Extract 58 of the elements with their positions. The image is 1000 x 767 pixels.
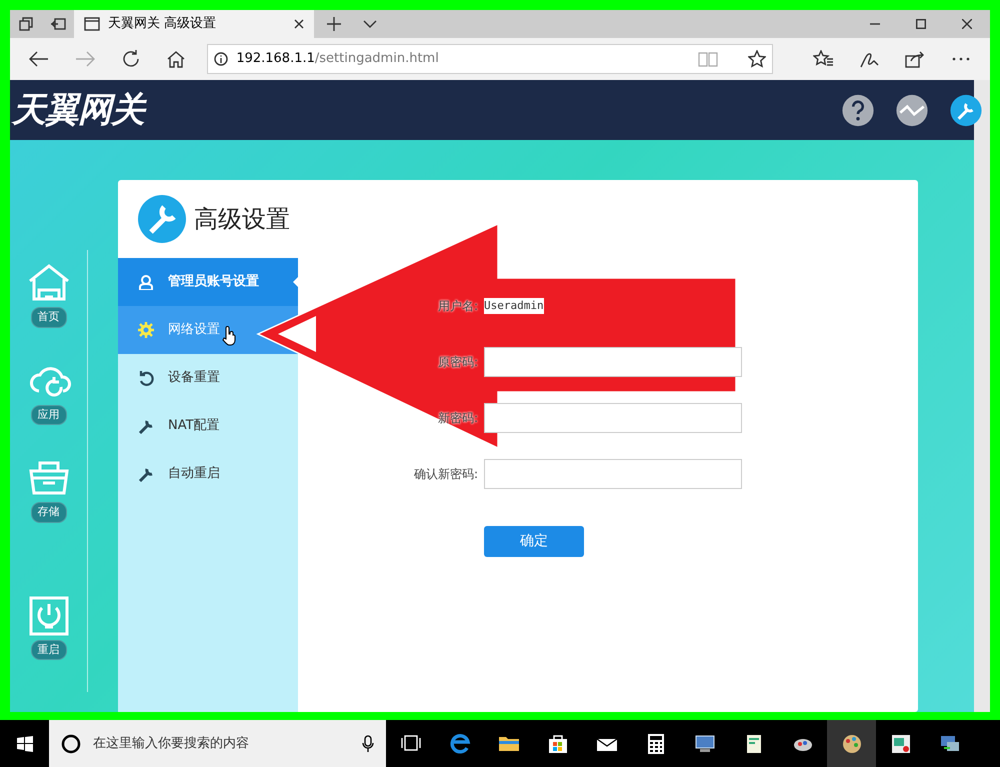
nav-label[interactable]: 首页 — [30, 307, 66, 328]
input-field[interactable] — [484, 459, 742, 489]
menu-item[interactable]: 设备重置 — [118, 354, 298, 402]
gear-icon — [138, 322, 154, 338]
close-window-icon[interactable] — [962, 19, 972, 29]
wrench-icon — [138, 195, 186, 243]
browser-e-icon[interactable] — [448, 732, 470, 754]
info-icon — [214, 52, 228, 66]
refresh-icon[interactable] — [120, 49, 141, 69]
menu-item[interactable]: 管理员账号设置 — [118, 258, 298, 306]
wrench-icon — [138, 466, 154, 482]
user-icon — [138, 274, 154, 290]
panel-title: 高级设置 — [194, 204, 290, 235]
input-field[interactable] — [484, 403, 742, 433]
menu-item[interactable]: NAT配置 — [118, 402, 298, 450]
nav-label[interactable]: 重启 — [30, 640, 66, 660]
minimize-icon[interactable] — [870, 23, 880, 25]
tabs-icon[interactable] — [19, 17, 33, 31]
pen-icon[interactable] — [858, 50, 880, 68]
palette-icon[interactable] — [840, 732, 862, 754]
page-icon — [84, 17, 100, 31]
address-bar[interactable]: 192.168.1.1/settingadmin.html — [207, 44, 773, 74]
windows-start-icon[interactable] — [16, 736, 32, 752]
chevron-down-icon[interactable] — [363, 20, 377, 28]
input-field[interactable] — [484, 347, 742, 377]
computer-icon[interactable] — [694, 732, 716, 754]
set-aside-icon[interactable] — [50, 17, 66, 31]
favorite-star-icon[interactable] — [748, 50, 766, 68]
scrollbar[interactable] — [974, 80, 990, 712]
share-icon[interactable] — [904, 50, 926, 68]
field-label: 新密码: — [436, 410, 479, 427]
url-text: 192.168.1.1/settingadmin.html — [236, 50, 440, 68]
maximize-icon[interactable] — [916, 19, 926, 29]
taskbar-search-bar[interactable]: 在这里输入你要搜索的内容 — [49, 720, 386, 767]
store-bag-icon[interactable] — [546, 732, 568, 754]
new-tab-icon[interactable] — [327, 17, 341, 31]
field-label: 确认新密码: — [412, 466, 479, 483]
close-icon[interactable] — [294, 19, 304, 29]
favorites-icon[interactable] — [813, 50, 834, 68]
hand-cursor-icon — [222, 326, 236, 346]
nav-label[interactable]: 存储 — [30, 502, 66, 522]
search-field[interactable]: 在这里输入你要搜索的内容 — [91, 732, 352, 754]
menu-item[interactable]: 网络设置 — [118, 306, 298, 354]
microphone-icon — [362, 734, 374, 752]
browser-tab[interactable]: 天翼网关 高级设置 — [74, 10, 314, 38]
undo-icon — [138, 370, 154, 386]
field-value: Useradmin — [484, 298, 544, 314]
home-icon[interactable] — [166, 50, 186, 68]
field-label: 用户名: — [436, 298, 479, 315]
cortana-icon — [61, 734, 81, 754]
app-window-icon[interactable] — [890, 732, 912, 754]
tab-title: 天翼网关 高级设置 — [108, 15, 218, 34]
menu-item[interactable]: 自动重启 — [118, 450, 298, 498]
wrench-icon — [138, 418, 154, 434]
back-icon[interactable] — [28, 51, 49, 67]
nav-label[interactable]: 应用 — [30, 404, 66, 425]
confirm-button[interactable]: 确定 — [484, 526, 584, 557]
field-label: 原密码: — [436, 354, 479, 371]
